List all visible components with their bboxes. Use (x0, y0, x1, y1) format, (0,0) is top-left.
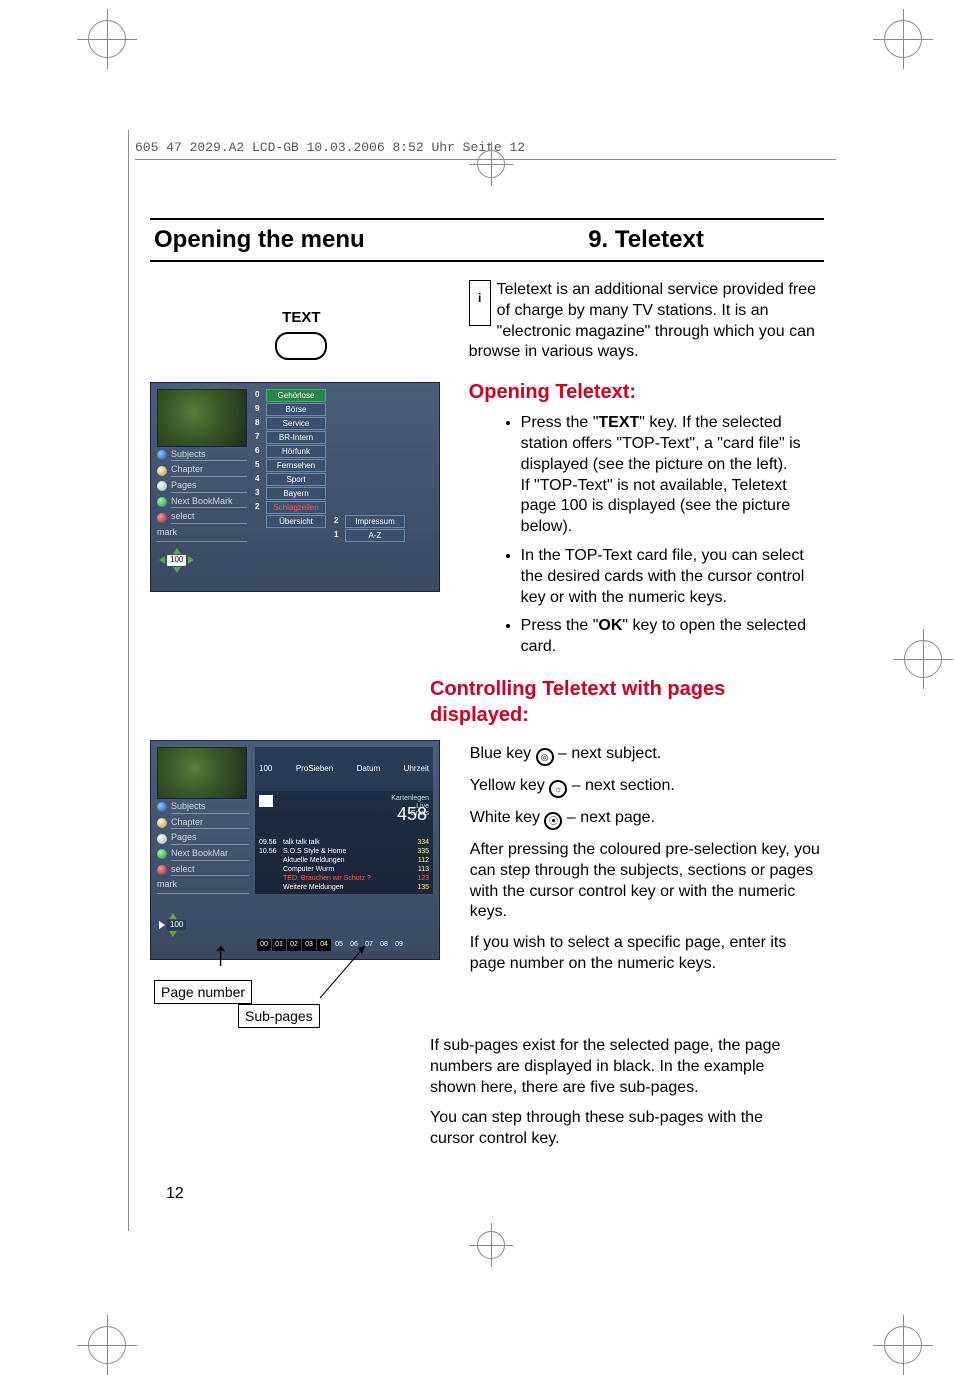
dot-blue-icon (157, 802, 167, 812)
teletext-line: TED: Brauchen wir Schutz ?123 (259, 874, 429, 883)
dot-white-icon (157, 481, 167, 491)
triangle-left-icon (159, 556, 165, 564)
card-item: 3Bayern (255, 487, 326, 500)
control-paragraph: After pressing the coloured pre-selectio… (470, 840, 824, 923)
dot-yellow-icon (157, 818, 167, 828)
callout-group: ↑ Page number Sub-pages (150, 968, 452, 1028)
page-border (128, 130, 129, 1231)
teletext-line: 10.56S.O.S Style & Home335 (259, 847, 429, 856)
opening-bullets: Press the "TEXT" key. If the selected st… (521, 413, 824, 658)
teletext-big-number: 458 (397, 803, 427, 826)
text-key-shape (275, 332, 327, 360)
card-item: 4Sport (255, 473, 326, 486)
dot-green-icon (157, 497, 167, 507)
teletext-line: Computer Wurm113 (259, 865, 429, 874)
teletext-body: Kartenlegen Live Gratis 458 09.56talk ta… (255, 791, 433, 894)
osd-menu-label: select (171, 511, 247, 524)
bullet-item: In the TOP-Text card file, you can selec… (521, 546, 824, 608)
teletext-line: Aktuelle Meldungen112 (259, 856, 429, 865)
dot-white-icon (157, 834, 167, 844)
dot-blue-icon (157, 450, 167, 460)
osd-menu-label: Chapter (171, 464, 247, 477)
section-heading-opening: Opening Teletext: (469, 379, 824, 405)
white-key-icon: ⦿ (544, 812, 562, 830)
triangle-right-icon (159, 921, 165, 929)
text-key-label: TEXT (150, 308, 453, 328)
arrow-icon: ↑ (212, 932, 229, 976)
card-item: Übersicht (255, 515, 326, 528)
tv-preview-thumbnail (157, 747, 247, 799)
card-item: 6Hörfunk (255, 445, 326, 458)
screenshot-top-text-cardfile: Subjects Chapter Pages Next BookMark sel… (150, 382, 440, 592)
intro-paragraph: Teletext is an additional service provid… (469, 280, 824, 363)
triangle-right-icon (188, 556, 194, 564)
page-number-nav: 100 (159, 913, 186, 937)
triangle-up-icon (173, 548, 181, 554)
subpage-number: 02 (287, 939, 301, 951)
card-item: 8Service (255, 417, 326, 430)
dot-red-icon (157, 865, 167, 875)
card-column-1: 0Gehörlose9Börse8Service7BR-Intern6Hörfu… (255, 389, 326, 542)
triangle-down-icon (173, 567, 181, 573)
title-left: Opening the menu (150, 224, 478, 255)
sub-paragraph: You can step through these sub-pages wit… (430, 1108, 796, 1150)
bullet-item: Press the "OK" key to open the selected … (521, 616, 824, 658)
dot-red-icon (157, 513, 167, 523)
page-number: 12 (166, 1184, 184, 1205)
subpage-number: 01 (272, 939, 286, 951)
blue-key-icon: ◎ (536, 748, 554, 766)
teletext-line: Weitere Meldungen135 (259, 883, 429, 892)
card-item: 5Fernsehen (255, 459, 326, 472)
title-right: 9. Teletext (478, 224, 815, 255)
dot-green-icon (157, 849, 167, 859)
card-item: 7BR-Intern (255, 431, 326, 444)
info-icon-box: i (469, 280, 491, 326)
control-paragraph: If you wish to select a specific page, e… (470, 933, 824, 975)
title-bar: Opening the menu 9. Teletext (150, 218, 824, 262)
card-item: 0Gehörlose (255, 389, 326, 402)
dot-yellow-icon (157, 466, 167, 476)
osd-menu-label: Subjects (171, 449, 247, 462)
callout-page-number: Page number (154, 980, 252, 1004)
key-line-yellow: Yellow key ☼ – next section. (470, 776, 824, 798)
subpage-number: 00 (257, 939, 271, 951)
triangle-down-icon (169, 931, 177, 937)
arrow-diagonal-icon (310, 938, 380, 1004)
osd-menu-label: Next BookMark (171, 496, 247, 509)
screenshot-teletext-page: Subjects Chapter Pages Next BookMar sele… (150, 740, 440, 960)
text-key-illustration: TEXT (150, 308, 453, 360)
osd-menu-label: Pages (171, 480, 247, 493)
page-number-nav: 100 (159, 548, 194, 572)
osd-mark-label: mark (157, 527, 247, 542)
triangle-up-icon (169, 913, 177, 919)
key-line-blue: Blue key ◎ – next subject. (470, 744, 824, 766)
key-line-white: White key ⦿ – next page. (470, 808, 824, 830)
bullet-item: Press the "TEXT" key. If the selected st… (521, 413, 824, 538)
teletext-line: 09.56talk talk talk334 (259, 838, 429, 847)
page-number-value: 100 (167, 555, 186, 565)
card-item: 2Schlagzeilen (255, 501, 326, 514)
tv-preview-thumbnail (157, 389, 247, 447)
card-item: 2Impressum (334, 515, 405, 528)
teletext-header: 100 ProSieben Datum Uhrzeit (255, 747, 433, 792)
card-item: 1A-Z (334, 529, 405, 542)
section-heading-controlling: Controlling Teletext with pages displaye… (430, 676, 824, 728)
osd-menu: Subjects Chapter Pages Next BookMark sel… (157, 449, 247, 542)
card-item: 9Börse (255, 403, 326, 416)
callout-sub-pages: Sub-pages (238, 1004, 320, 1028)
osd-menu: Subjects Chapter Pages Next BookMar sele… (157, 801, 249, 894)
subpage-number: 09 (392, 939, 406, 951)
sub-paragraph: If sub-pages exist for the selected page… (430, 1036, 796, 1098)
yellow-key-icon: ☼ (549, 780, 567, 798)
card-column-2: 2Impressum1A-Z (334, 389, 405, 542)
